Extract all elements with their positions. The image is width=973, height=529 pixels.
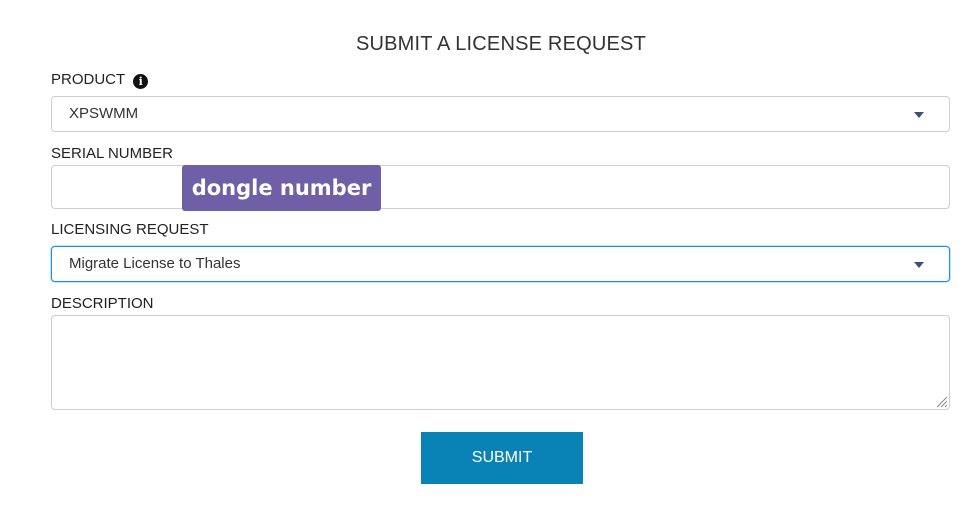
chevron-down-icon xyxy=(914,262,924,268)
resize-grip-icon[interactable] xyxy=(934,394,948,408)
licensing-request-select[interactable]: Migrate License to Thales xyxy=(51,246,950,282)
description-textarea[interactable] xyxy=(51,315,950,410)
info-icon[interactable]: i xyxy=(133,74,149,89)
chevron-down-icon xyxy=(914,112,924,118)
product-select-value: XPSWMM xyxy=(69,105,139,122)
product-select[interactable]: XPSWMM xyxy=(51,96,950,132)
submit-button[interactable]: SUBMIT xyxy=(421,432,583,484)
licensing-request-select-value: Migrate License to Thales xyxy=(69,255,241,272)
product-label: PRODUCT xyxy=(51,71,126,88)
serial-number-label: SERIAL NUMBER xyxy=(51,145,173,162)
description-label: DESCRIPTION xyxy=(51,295,154,312)
licensing-request-label: LICENSING REQUEST xyxy=(51,221,209,238)
product-label-row: PRODUCT i xyxy=(51,71,149,89)
page-title: SUBMIT A LICENSE REQUEST xyxy=(355,33,647,55)
dongle-number-annotation: dongle number xyxy=(182,165,381,211)
license-request-page: SUBMIT A LICENSE REQUEST PRODUCT i XPSWMM… xyxy=(0,0,973,529)
